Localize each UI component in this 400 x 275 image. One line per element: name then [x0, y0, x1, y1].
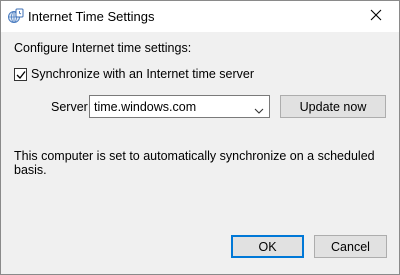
sync-checkbox-label[interactable]: Synchronize with an Internet time server — [31, 67, 254, 81]
chevron-down-icon[interactable] — [254, 103, 264, 117]
dialog-body: Configure Internet time settings: Synchr… — [1, 32, 399, 274]
title-bar[interactable]: Internet Time Settings — [1, 1, 399, 32]
sync-status-text: This computer is set to automatically sy… — [14, 149, 375, 177]
section-heading: Configure Internet time settings: — [14, 41, 192, 55]
close-button[interactable] — [353, 1, 399, 32]
sync-checkbox[interactable] — [14, 67, 27, 81]
window-title: Internet Time Settings — [28, 9, 155, 24]
ok-button[interactable]: OK — [231, 235, 304, 258]
server-label: Server: — [51, 100, 92, 114]
server-value[interactable]: time.windows.com — [94, 100, 196, 114]
close-icon — [370, 9, 382, 24]
cancel-button[interactable]: Cancel — [314, 235, 387, 258]
internet-time-icon — [8, 8, 24, 24]
sync-option[interactable]: Synchronize with an Internet time server — [14, 67, 254, 81]
server-dropdown[interactable]: time.windows.com — [89, 95, 270, 118]
update-now-button[interactable]: Update now — [280, 95, 386, 118]
internet-time-settings-dialog: Internet Time Settings Configure Interne… — [0, 0, 400, 275]
